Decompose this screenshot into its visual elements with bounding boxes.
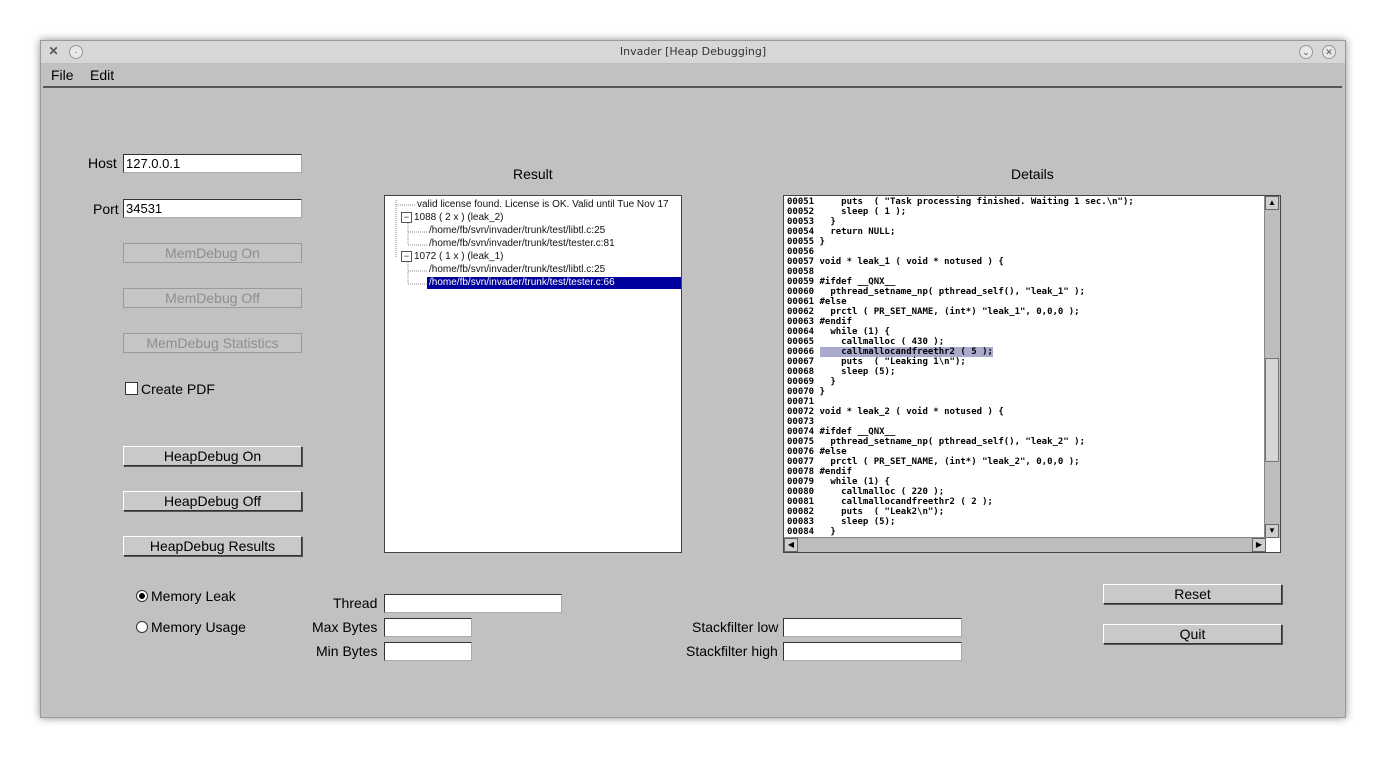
scroll-down-icon[interactable]: ▼ bbox=[1265, 524, 1279, 538]
radio-selected-icon bbox=[136, 590, 148, 602]
code-line: 00063 #endif bbox=[787, 317, 853, 327]
code-line: 00055 } bbox=[787, 237, 825, 247]
code-line: 00060 pthread_setname_np( pthread_self()… bbox=[787, 287, 1086, 297]
tree-item-label: 1088 ( 2 x ) (leak_2) bbox=[414, 212, 504, 224]
stackfilter-high-input[interactable] bbox=[783, 642, 962, 661]
scroll-right-icon[interactable]: ▶ bbox=[1252, 538, 1266, 552]
details-header: Details bbox=[1011, 166, 1054, 182]
menu-bar: File Edit bbox=[43, 64, 1342, 88]
quit-button[interactable]: Quit bbox=[1103, 624, 1282, 644]
code-line: 00051 puts ( "Task processing finished. … bbox=[787, 197, 1134, 207]
memdebug-statistics-button[interactable]: MemDebug Statistics bbox=[123, 333, 302, 353]
tree-item-frame[interactable]: /home/fb/svn/invader/trunk/test/tester.c… bbox=[429, 238, 615, 250]
heapdebug-off-button[interactable]: HeapDebug Off bbox=[123, 491, 302, 511]
code-line: 00066 callmallocandfreethr2 ( 5 ); bbox=[787, 347, 993, 357]
scroll-thumb[interactable] bbox=[1265, 358, 1279, 462]
code-line: 00077 prctl ( PR_SET_NAME, (int*) "leak_… bbox=[787, 457, 1080, 467]
vertical-scrollbar[interactable]: ▲ ▼ bbox=[1264, 196, 1280, 538]
scroll-up-icon[interactable]: ▲ bbox=[1265, 196, 1279, 210]
code-line: 00075 pthread_setname_np( pthread_self()… bbox=[787, 437, 1086, 447]
thread-label: Thread bbox=[333, 595, 378, 611]
reset-button[interactable]: Reset bbox=[1103, 584, 1282, 604]
code-line: 00072 void * leak_2 ( void * notused ) { bbox=[787, 407, 1004, 417]
host-input[interactable] bbox=[123, 154, 302, 173]
code-line: 00076 #else bbox=[787, 447, 847, 457]
result-tree[interactable]: valid license found. License is OK. Vali… bbox=[384, 195, 682, 553]
code-line: 00080 callmalloc ( 220 ); bbox=[787, 487, 945, 497]
code-line: 00057 void * leak_1 ( void * notused ) { bbox=[787, 257, 1004, 267]
code-line: 00068 sleep (5); bbox=[787, 367, 896, 377]
code-line: 00053 } bbox=[787, 217, 836, 227]
stackfilter-low-label: Stackfilter low bbox=[692, 619, 779, 635]
code-line: 00081 callmallocandfreethr2 ( 2 ); bbox=[787, 497, 993, 507]
code-line: 00056 bbox=[787, 247, 815, 257]
max-bytes-label: Max Bytes bbox=[312, 619, 378, 635]
title-bar: ✕ · Invader [Heap Debugging] ⌄ ✕ bbox=[41, 41, 1345, 64]
memory-leak-radio[interactable]: Memory Leak bbox=[136, 588, 236, 604]
checkbox-box-icon bbox=[125, 382, 138, 395]
create-pdf-checkbox[interactable]: Create PDF bbox=[125, 381, 215, 397]
code-line: 00064 while (1) { bbox=[787, 327, 890, 337]
code-line: 00071 bbox=[787, 397, 815, 407]
tree-item-leak-2[interactable]: −1088 ( 2 x ) (leak_2) bbox=[401, 212, 504, 224]
memory-usage-label: Memory Usage bbox=[151, 619, 246, 635]
collapse-icon[interactable]: − bbox=[401, 251, 412, 262]
code-line: 00052 sleep ( 1 ); bbox=[787, 207, 907, 217]
stackfilter-low-input[interactable] bbox=[783, 618, 962, 637]
memdebug-off-button[interactable]: MemDebug Off bbox=[123, 288, 302, 308]
create-pdf-label: Create PDF bbox=[141, 381, 215, 397]
code-line: 00067 puts ( "Leaking 1\n"); bbox=[787, 357, 966, 367]
collapse-icon[interactable]: − bbox=[401, 212, 412, 223]
code-line: 00058 bbox=[787, 267, 815, 277]
memory-leak-label: Memory Leak bbox=[151, 588, 236, 604]
radio-unselected-icon bbox=[136, 621, 148, 633]
code-line: 00083 sleep (5); bbox=[787, 517, 896, 527]
code-line: 00059 #ifdef __QNX__ bbox=[787, 277, 896, 287]
code-line: 00078 #endif bbox=[787, 467, 853, 477]
stackfilter-high-label: Stackfilter high bbox=[686, 643, 778, 659]
tree-item-frame-selected[interactable]: /home/fb/svn/invader/trunk/test/tester.c… bbox=[426, 276, 681, 290]
highlighted-code: callmallocandfreethr2 ( 5 ); bbox=[819, 347, 993, 357]
code-line: 00074 #ifdef __QNX__ bbox=[787, 427, 896, 437]
code-line: 00065 callmalloc ( 430 ); bbox=[787, 337, 945, 347]
code-line: 00084 } bbox=[787, 527, 836, 537]
app-window: ✕ · Invader [Heap Debugging] ⌄ ✕ File Ed… bbox=[40, 40, 1346, 718]
code-line: 00054 return NULL; bbox=[787, 227, 896, 237]
close-icon[interactable]: ✕ bbox=[1322, 45, 1336, 59]
menu-edit[interactable]: Edit bbox=[90, 67, 114, 83]
horizontal-scrollbar[interactable]: ◀ ▶ bbox=[784, 537, 1266, 552]
max-bytes-input[interactable] bbox=[384, 618, 472, 637]
source-code: 00051 puts ( "Task processing finished. … bbox=[787, 197, 1134, 537]
tree-item-license[interactable]: valid license found. License is OK. Vali… bbox=[417, 199, 669, 211]
code-line: 00079 while (1) { bbox=[787, 477, 890, 487]
min-bytes-input[interactable] bbox=[384, 642, 472, 661]
window-title: Invader [Heap Debugging] bbox=[619, 45, 767, 58]
minimize-icon[interactable]: ⌄ bbox=[1299, 45, 1313, 59]
heapdebug-results-button[interactable]: HeapDebug Results bbox=[123, 536, 302, 556]
tree-item-frame[interactable]: /home/fb/svn/invader/trunk/test/libtl.c:… bbox=[429, 264, 605, 276]
tree-item-leak-1[interactable]: −1072 ( 1 x ) (leak_1) bbox=[401, 251, 504, 263]
port-label: Port bbox=[93, 201, 119, 217]
heapdebug-on-button[interactable]: HeapDebug On bbox=[123, 446, 302, 466]
tree-item-label: 1072 ( 1 x ) (leak_1) bbox=[414, 251, 504, 263]
memory-usage-radio[interactable]: Memory Usage bbox=[136, 619, 246, 635]
scroll-left-icon[interactable]: ◀ bbox=[784, 538, 798, 552]
tree-item-frame[interactable]: /home/fb/svn/invader/trunk/test/libtl.c:… bbox=[429, 225, 605, 237]
host-label: Host bbox=[88, 155, 117, 171]
code-line: 00073 bbox=[787, 417, 815, 427]
memdebug-on-button[interactable]: MemDebug On bbox=[123, 243, 302, 263]
min-bytes-label: Min Bytes bbox=[316, 643, 378, 659]
code-line: 00070 } bbox=[787, 387, 825, 397]
port-input[interactable] bbox=[123, 199, 302, 218]
code-line: 00069 } bbox=[787, 377, 836, 387]
menu-file[interactable]: File bbox=[51, 67, 74, 83]
details-code-view[interactable]: 00051 puts ( "Task processing finished. … bbox=[783, 195, 1281, 553]
code-line: 00061 #else bbox=[787, 297, 847, 307]
result-header: Result bbox=[513, 166, 553, 182]
thread-input[interactable] bbox=[384, 594, 562, 613]
code-line: 00082 puts ( "Leak2\n"); bbox=[787, 507, 945, 517]
code-line: 00062 prctl ( PR_SET_NAME, (int*) "leak_… bbox=[787, 307, 1080, 317]
